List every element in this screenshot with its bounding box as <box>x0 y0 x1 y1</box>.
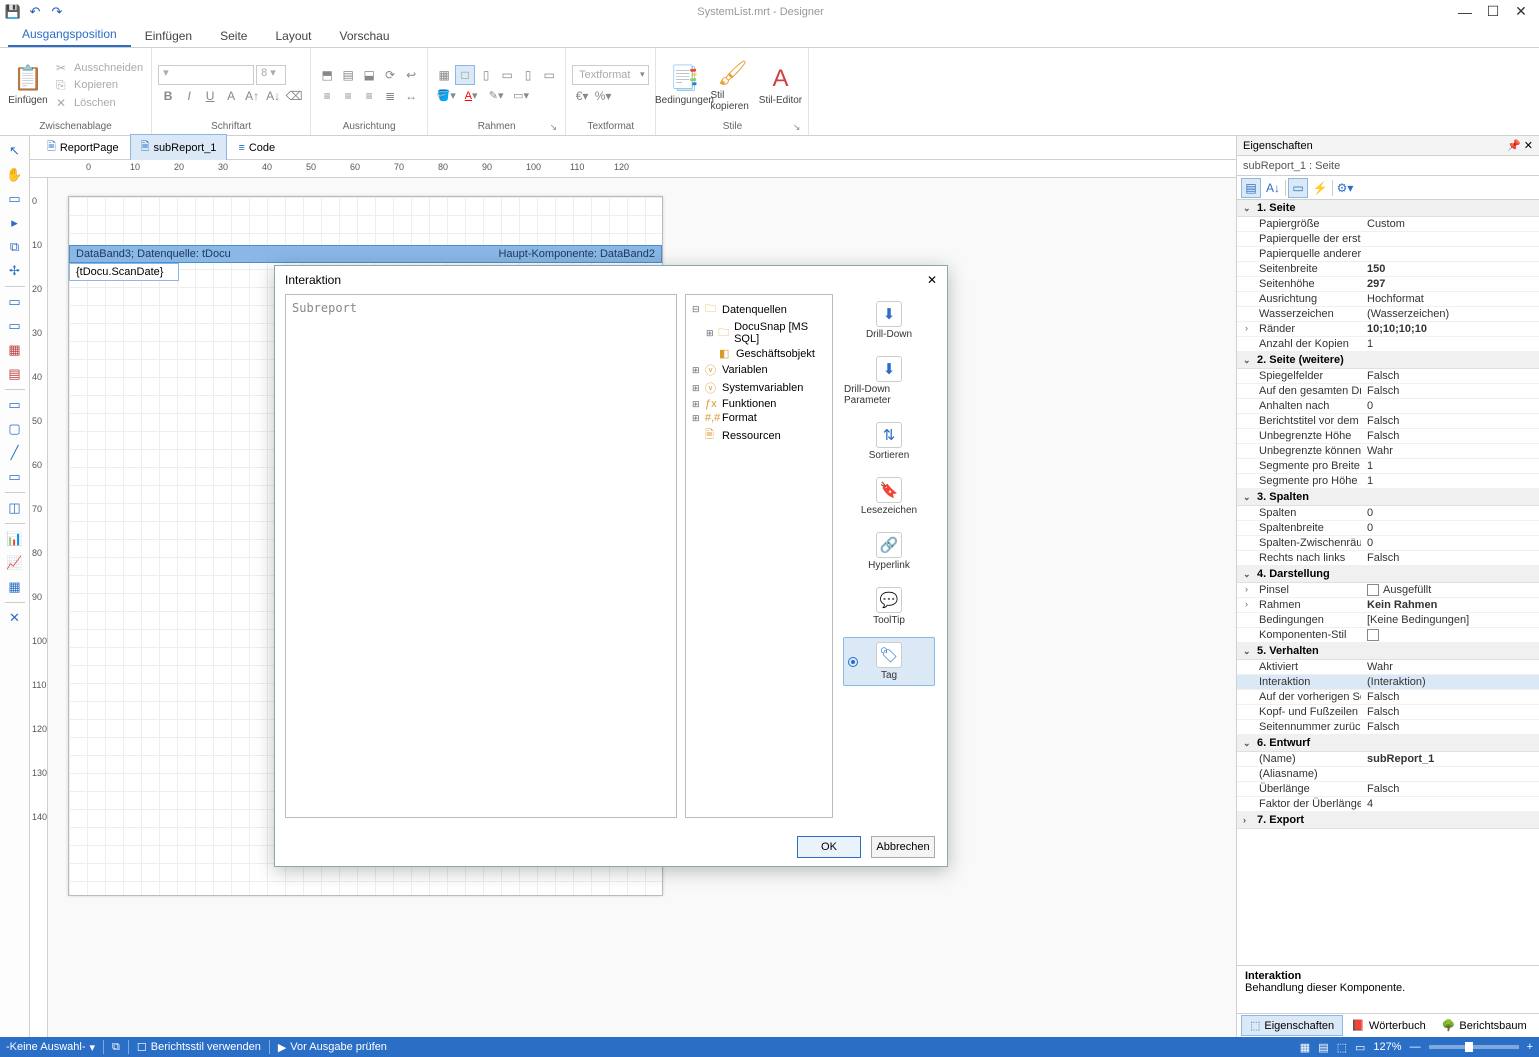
tree-node[interactable]: ⊟🗀Datenquellen <box>690 299 828 320</box>
sidebar-item-lesezeichen[interactable]: 🔖Lesezeichen <box>843 472 935 521</box>
ok-button[interactable]: OK <box>797 836 861 858</box>
tree-node[interactable]: ⊞ƒxFunktionen <box>690 397 828 411</box>
dialog-tree[interactable]: ⊟🗀Datenquellen⊞🗀DocuSnap [MS SQL]◧Geschä… <box>685 294 833 818</box>
dialog-close-icon[interactable]: ✕ <box>927 273 937 287</box>
tree-node[interactable]: ◧Geschäftsobjekt <box>690 346 828 361</box>
dialog-sidebar: ⬇Drill-Down ⬇Drill-Down Parameter ⇅Sortier… <box>841 294 937 818</box>
sidebar-item-hyperlink[interactable]: 🔗Hyperlink <box>843 527 935 576</box>
dialog-textarea[interactable]: Subreport <box>285 294 677 818</box>
dialog-title: Interaktion ✕ <box>275 266 947 294</box>
cancel-button[interactable]: Abbrechen <box>871 836 935 858</box>
dialog-overlay: Interaktion ✕ Subreport ⊟🗀Datenquellen⊞🗀… <box>0 0 1539 1057</box>
interaction-dialog: Interaktion ✕ Subreport ⊟🗀Datenquellen⊞🗀… <box>274 265 948 867</box>
tree-node[interactable]: 🗎Ressourcen <box>690 425 828 446</box>
tree-node[interactable]: ⊞🗀DocuSnap [MS SQL] <box>690 320 828 346</box>
sidebar-item-tag[interactable]: 🏷Tag <box>843 637 935 686</box>
sidebar-item-drill-down[interactable]: ⬇Drill-Down <box>843 296 935 345</box>
sidebar-item-sortieren[interactable]: ⇅Sortieren <box>843 417 935 466</box>
sidebar-item-tooltip[interactable]: 💬ToolTip <box>843 582 935 631</box>
tree-node[interactable]: ⊞ⓥVariablen <box>690 361 828 379</box>
tree-node[interactable]: ⊞#,#Format <box>690 411 828 425</box>
tree-node[interactable]: ⊞ⓥSystemvariablen <box>690 379 828 397</box>
sidebar-item-drill-down-parameter[interactable]: ⬇Drill-Down Parameter <box>843 351 935 411</box>
